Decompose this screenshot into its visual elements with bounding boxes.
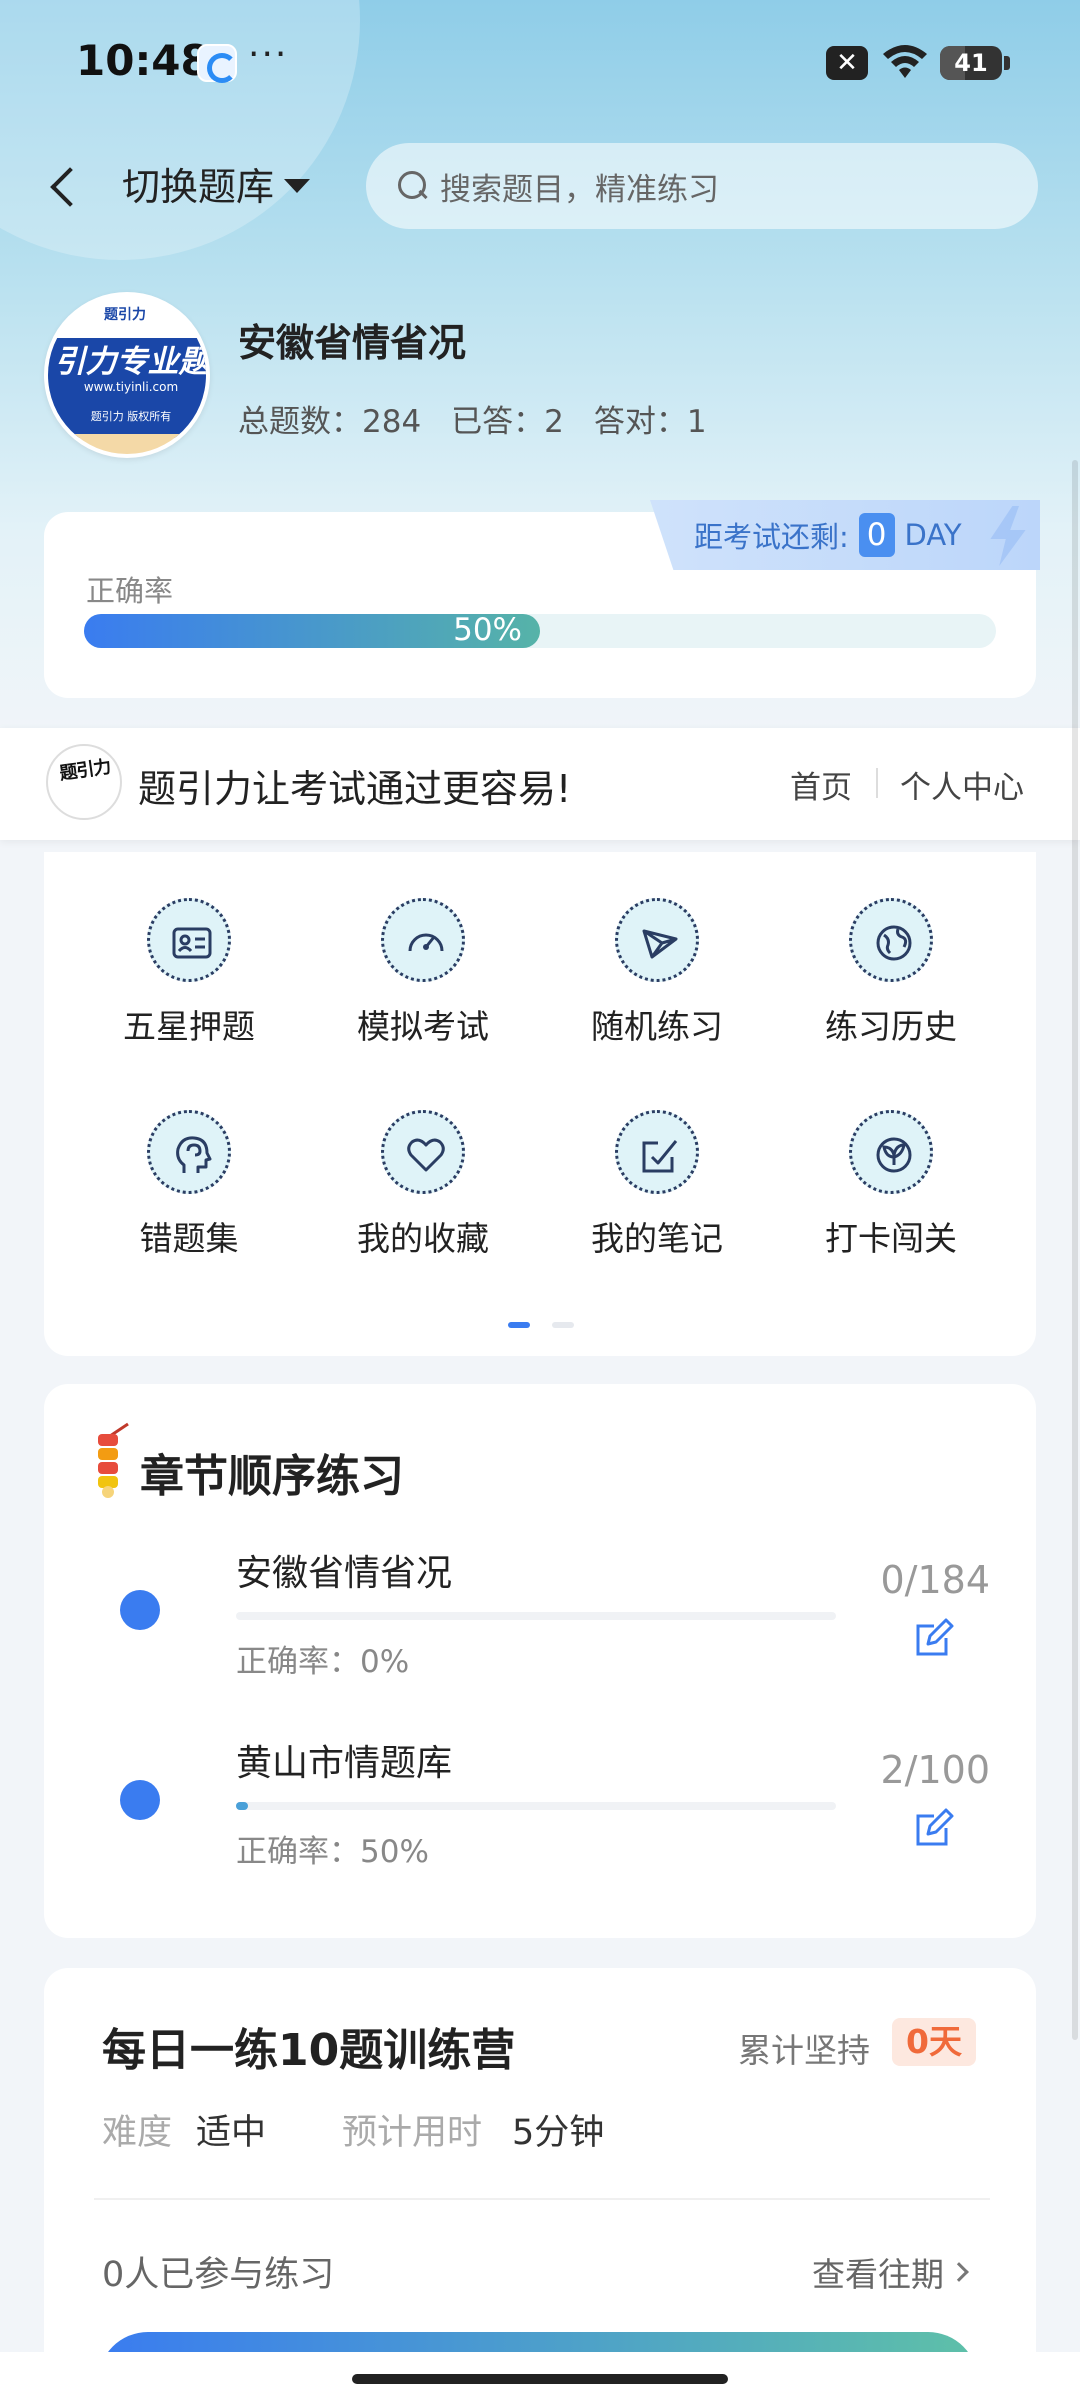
- feature-label: 模拟考试: [357, 1007, 489, 1046]
- back-button[interactable]: [40, 155, 90, 215]
- switch-bank-label: 切换题库: [122, 165, 275, 209]
- more-notifications-icon: ···: [248, 34, 289, 75]
- difficulty-value: 适中: [196, 2113, 267, 2153]
- feature-wrong-questions[interactable]: 错题集: [72, 1110, 306, 1260]
- search-input[interactable]: 搜索题目，精准练习: [366, 143, 1038, 229]
- feature-five-star[interactable]: 五星押题: [72, 898, 306, 1048]
- chapter-count: 2/100: [880, 1748, 990, 1792]
- feature-mock-exam[interactable]: 模拟考试: [306, 898, 540, 1048]
- countdown-label: 距考试还剩:: [694, 520, 849, 554]
- gauge-icon: [381, 898, 465, 982]
- no-sim-icon: ✕: [826, 46, 868, 80]
- edit-icon[interactable]: [912, 1806, 956, 1850]
- banner-divider: [876, 768, 878, 798]
- participants-count: 0人已参与练习: [102, 2255, 335, 2295]
- user-center-link[interactable]: 个人中心: [900, 762, 1024, 807]
- chevron-right-icon: [949, 2262, 969, 2282]
- feature-practice-history[interactable]: 练习历史: [774, 898, 1008, 1048]
- note-icon: [615, 1110, 699, 1194]
- total-questions: 总题数：284: [238, 404, 422, 440]
- switch-question-bank-button[interactable]: 切换题库: [122, 156, 311, 211]
- brand-logo-icon: [46, 744, 122, 820]
- daily-practice-title: 每日一练10题训练营: [102, 2025, 516, 2076]
- logo-main-text: 引力专业题: [54, 344, 210, 380]
- chapter-progress-track: [236, 1612, 836, 1620]
- chapter-section-title: 章节顺序练习: [140, 1451, 404, 1502]
- head-icon: [147, 1110, 231, 1194]
- chapter-accuracy: 正确率：0%: [236, 1644, 410, 1680]
- search-icon: [396, 169, 430, 203]
- time-label: 预计用时: [342, 2113, 483, 2153]
- streak-label: 累计坚持: [738, 2031, 870, 2070]
- feature-label: 五星押题: [123, 1007, 255, 1046]
- scrollbar[interactable]: [1072, 460, 1078, 2040]
- feature-label: 打卡闯关: [825, 1219, 957, 1258]
- banner-slogan: 题引力让考试通过更容易!: [138, 767, 572, 811]
- firecracker-icon: [98, 1422, 129, 1498]
- feature-notes[interactable]: 我的笔记: [540, 1110, 774, 1260]
- chapter-name[interactable]: 安徽省情省况: [236, 1544, 452, 1596]
- feature-favorites[interactable]: 我的收藏: [306, 1110, 540, 1260]
- edit-icon[interactable]: [912, 1616, 956, 1660]
- feature-label: 随机练习: [591, 1007, 723, 1046]
- feature-label: 错题集: [139, 1219, 239, 1258]
- feature-random-practice[interactable]: 随机练习: [540, 898, 774, 1048]
- feature-label: 我的收藏: [357, 1219, 489, 1258]
- correct-count: 答对：1: [593, 404, 707, 440]
- chapter-progress-track: [236, 1802, 836, 1810]
- bank-stats: 总题数：284 已答：2 答对：1: [238, 396, 707, 441]
- chapter-status-dot: [120, 1780, 160, 1820]
- heart-icon: [381, 1110, 465, 1194]
- feature-label: 我的笔记: [591, 1219, 723, 1258]
- battery-icon: 41: [940, 46, 1010, 80]
- status-time: 10:48: [76, 36, 210, 85]
- chapter-progress-fill: [236, 1802, 248, 1810]
- countdown-unit: DAY: [904, 518, 962, 552]
- answered-count: 已答：2: [451, 404, 564, 440]
- view-history-label: 查看往期: [812, 2255, 944, 2294]
- id-card-icon: [147, 898, 231, 982]
- streak-badge: 0天: [892, 2018, 976, 2066]
- shuffle-icon: [615, 898, 699, 982]
- countdown-value: 0: [858, 513, 895, 557]
- battery-percent: 41: [954, 49, 988, 77]
- plant-icon: [849, 1110, 933, 1194]
- status-bar: 10:48 ··· ✕ 41: [0, 0, 1080, 120]
- feature-label: 练习历史: [825, 1007, 957, 1046]
- search-placeholder: 搜索题目，精准练习: [440, 171, 719, 208]
- caret-down-icon: [284, 178, 311, 193]
- bank-logo: 题引力 引力专业题 www.tiyinli.com 题引力 版权所有: [44, 292, 210, 458]
- chapter-name[interactable]: 黄山市情题库: [236, 1734, 452, 1786]
- home-indicator[interactable]: [352, 2374, 728, 2384]
- wifi-icon: [883, 45, 927, 78]
- home-link[interactable]: 首页: [790, 762, 852, 807]
- chapter-accuracy: 正确率：50%: [236, 1834, 429, 1870]
- view-history-link[interactable]: 查看往期: [812, 2248, 969, 2296]
- accuracy-label: 正确率: [86, 574, 174, 608]
- logo-url: www.tiyinli.com: [83, 380, 179, 394]
- accuracy-percent: 50%: [453, 612, 522, 648]
- logo-mark: 题引力: [104, 307, 146, 323]
- logo-copyright: 题引力 版权所有: [90, 410, 172, 423]
- feature-check-in[interactable]: 打卡闯关: [774, 1110, 1008, 1260]
- qq-notification-icon: [197, 44, 237, 83]
- chapter-status-dot: [120, 1590, 160, 1630]
- pager-dot-active[interactable]: [508, 1322, 530, 1328]
- difficulty-label: 难度: [102, 2113, 173, 2153]
- exam-countdown: 距考试还剩: 0 DAY: [650, 500, 1040, 570]
- time-value: 5分钟: [512, 2113, 605, 2153]
- divider: [94, 2198, 990, 2200]
- chapter-count: 0/184: [880, 1558, 990, 1602]
- globe-icon: [849, 898, 933, 982]
- pager-dot[interactable]: [552, 1322, 574, 1328]
- bank-title: 安徽省情省况: [238, 321, 467, 365]
